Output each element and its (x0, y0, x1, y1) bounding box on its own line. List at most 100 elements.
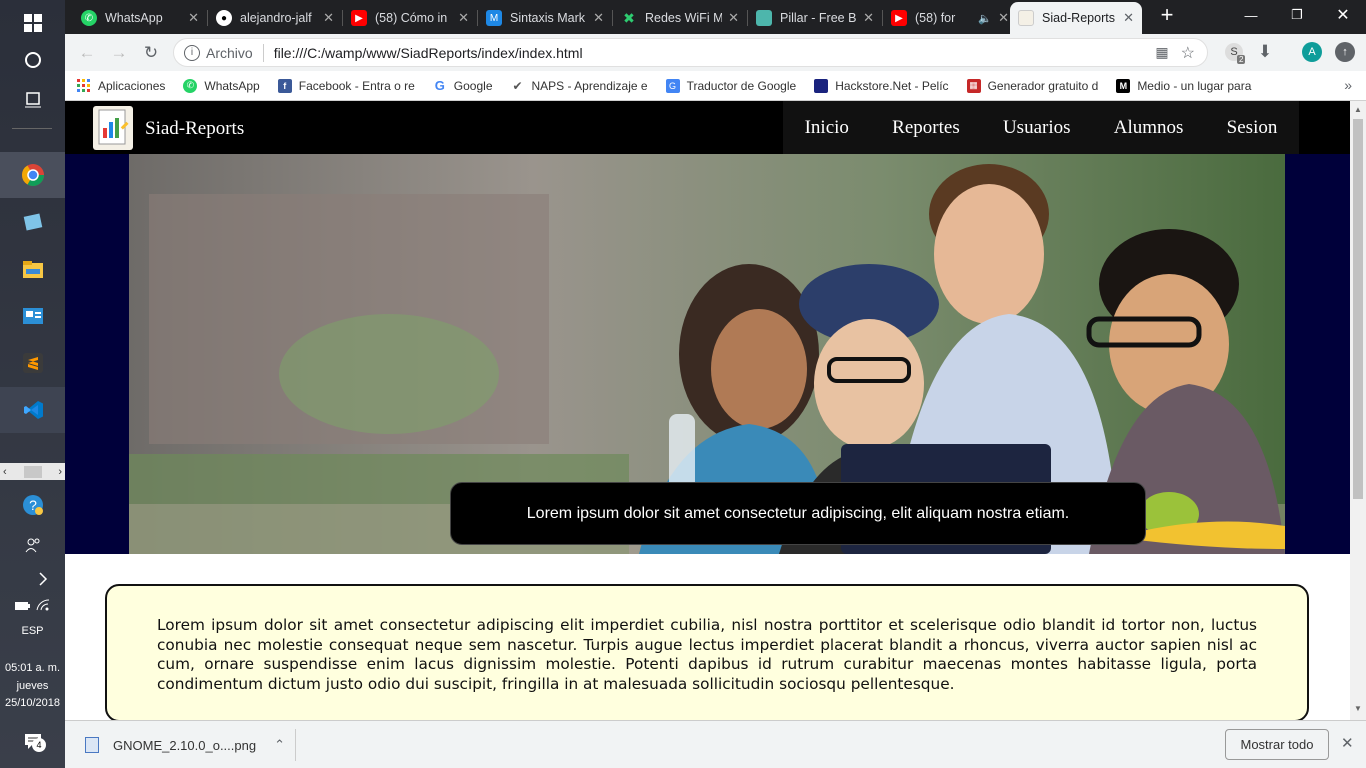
tab-whatsapp[interactable]: ✆ WhatsApp ✕ (73, 2, 207, 34)
tab-markdown[interactable]: M Sintaxis Mark ✕ (478, 2, 612, 34)
download-bar: GNOME_2.10.0_o....png ⌃ Mostrar todo ✕ (65, 720, 1366, 768)
keyboard-language[interactable]: ESP (0, 625, 65, 637)
scrollbar-thumb[interactable] (1353, 119, 1363, 499)
download-divider (295, 729, 296, 761)
wifi-icon[interactable] (36, 594, 50, 617)
tab-title: Pillar - Free B (780, 11, 857, 25)
bookmark-apps[interactable]: Aplicaciones (77, 78, 166, 93)
vscode-icon[interactable] (0, 387, 65, 433)
tab-youtube-1[interactable]: ▶ (58) Cómo in ✕ (343, 2, 477, 34)
control-panel-icon[interactable] (0, 293, 65, 339)
tab-github[interactable]: ● alejandro-jalf ✕ (208, 2, 342, 34)
clock-time[interactable]: 05:01 a. m. (0, 662, 65, 674)
url-text[interactable]: file:///C:/wamp/www/SiadReports/index/in… (274, 45, 583, 61)
info-icon[interactable]: i (184, 44, 200, 61)
google-icon: G (434, 78, 445, 93)
bookmark-hackstore[interactable]: Hackstore.Net - Pelíc (814, 78, 949, 93)
bookmark-medium[interactable]: M Medio - un lugar para (1116, 78, 1252, 93)
extension-badge: 2 (1237, 55, 1246, 64)
download-icon[interactable]: ⬇ (1249, 36, 1281, 68)
bookmarks-bar: Aplicaciones ✆ WhatsApp f Facebook - Ent… (65, 71, 1366, 101)
update-chrome-icon[interactable]: ↑ (1335, 42, 1355, 62)
back-button[interactable]: ← (71, 37, 103, 69)
close-tab-icon[interactable]: ✕ (593, 10, 604, 26)
forward-button[interactable]: → (103, 37, 135, 69)
speaker-icon[interactable]: 🔈 (978, 12, 992, 25)
menu-item-inicio[interactable]: Inicio (805, 117, 849, 139)
apps-grid-icon (77, 78, 91, 93)
download-filename[interactable]: GNOME_2.10.0_o....png (113, 738, 256, 753)
new-tab-button[interactable]: + (1151, 0, 1183, 30)
tab-title: Siad-Reports (1042, 11, 1115, 25)
site-brand[interactable]: Siad-Reports (145, 118, 244, 140)
menu-item-reportes[interactable]: Reportes (892, 117, 960, 139)
bookmark-label: Facebook - Entra o re (298, 78, 415, 93)
close-tab-icon[interactable]: ✕ (323, 10, 334, 26)
tab-wifi[interactable]: ✖ Redes WiFi M ✕ (613, 2, 747, 34)
menu-item-sesion[interactable]: Sesion (1227, 117, 1278, 139)
profile-avatar[interactable]: A (1302, 42, 1322, 62)
close-download-bar-icon[interactable]: ✕ (1341, 734, 1354, 752)
bookmark-whatsapp[interactable]: ✆ WhatsApp (183, 78, 260, 93)
sublime-text-icon[interactable] (0, 340, 65, 386)
report-logo-icon[interactable] (93, 106, 133, 150)
bookmark-generator[interactable]: ▦ Generador gratuito d (966, 78, 1098, 93)
close-tab-icon[interactable]: ✕ (998, 10, 1009, 26)
menu-item-alumnos[interactable]: Alumnos (1114, 117, 1184, 139)
taskbar-scroll[interactable]: ‹ › (0, 463, 65, 480)
page-viewport: Siad-Reports Inicio Reportes Usuarios Al… (65, 101, 1350, 720)
clock-day[interactable]: jueves (0, 680, 65, 692)
close-tab-icon[interactable]: ✕ (863, 10, 874, 26)
bookmark-label: Traductor de Google (686, 78, 797, 93)
reload-button[interactable]: ↻ (135, 37, 167, 69)
page-info-label[interactable]: Archivo (206, 45, 253, 61)
image-file-icon (85, 737, 99, 753)
more-bookmarks-icon[interactable]: » (1344, 77, 1352, 93)
scroll-thumb[interactable] (23, 465, 42, 478)
download-item[interactable]: GNOME_2.10.0_o....png ⌃ (85, 731, 285, 759)
show-all-button[interactable]: Mostrar todo (1225, 729, 1329, 760)
file-explorer-icon[interactable] (0, 246, 65, 292)
whatsapp-icon: ✆ (183, 78, 198, 93)
bookmark-naps[interactable]: ✔ NAPS - Aprendizaje e (511, 78, 647, 93)
site-menu: Inicio Reportes Usuarios Alumnos Sesion (783, 101, 1299, 154)
close-window-button[interactable]: ✕ (1320, 0, 1366, 30)
close-tab-icon[interactable]: ✕ (458, 10, 469, 26)
tab-pillar[interactable]: Pillar - Free B ✕ (748, 2, 882, 34)
bookmark-translate[interactable]: G Traductor de Google (665, 78, 797, 93)
translate-icon[interactable]: ▦ (1155, 44, 1168, 61)
scroll-down-icon[interactable]: ▼ (1354, 704, 1362, 713)
body-paragraph: Lorem ipsum dolor sit amet consectetur a… (157, 616, 1257, 693)
scroll-right-icon[interactable]: › (58, 466, 62, 478)
notification-badge: 4 (32, 738, 46, 752)
translate-icon: G (665, 78, 680, 93)
battery-icon[interactable] (15, 594, 31, 617)
scroll-left-icon[interactable]: ‹ (3, 466, 7, 478)
bookmark-star-icon[interactable]: ☆ (1181, 43, 1195, 63)
bookmark-label: Medio - un lugar para (1137, 78, 1252, 93)
browser-window: ✆ WhatsApp ✕ ● alejandro-jalf ✕ ▶ (58) C… (65, 0, 1366, 768)
minimize-button[interactable]: — (1228, 0, 1274, 30)
close-tab-icon[interactable]: ✕ (1123, 10, 1134, 26)
task-view-icon[interactable] (0, 76, 65, 122)
bookmark-facebook[interactable]: f Facebook - Entra o re (277, 78, 415, 93)
tab-youtube-2[interactable]: ▶ (58) for 🔈 ✕ (883, 2, 1017, 34)
clock-date[interactable]: 25/10/2018 (0, 697, 65, 709)
close-tab-icon[interactable]: ✕ (728, 10, 739, 26)
bookmark-label: Aplicaciones (98, 78, 166, 93)
page-scrollbar[interactable]: ▲ ▼ (1350, 101, 1366, 720)
chrome-icon[interactable] (0, 152, 65, 198)
tray-icons (0, 582, 65, 628)
close-tab-icon[interactable]: ✕ (188, 10, 199, 26)
scroll-up-icon[interactable]: ▲ (1354, 105, 1362, 114)
notepad-app-icon[interactable] (0, 199, 65, 245)
restore-button[interactable]: ❐ (1274, 0, 1320, 30)
tab-siad-reports[interactable]: Siad-Reports ✕ (1010, 2, 1142, 34)
bookmark-google[interactable]: G Google (433, 78, 493, 93)
chevron-up-icon[interactable]: ⌃ (274, 737, 285, 753)
menu-item-usuarios[interactable]: Usuarios (1003, 117, 1071, 139)
address-bar[interactable]: i Archivo file:///C:/wamp/www/SiadReport… (173, 38, 1208, 67)
naps-icon: ✔ (512, 78, 523, 93)
pillar-icon (756, 10, 772, 26)
generator-icon: ▦ (966, 78, 981, 93)
